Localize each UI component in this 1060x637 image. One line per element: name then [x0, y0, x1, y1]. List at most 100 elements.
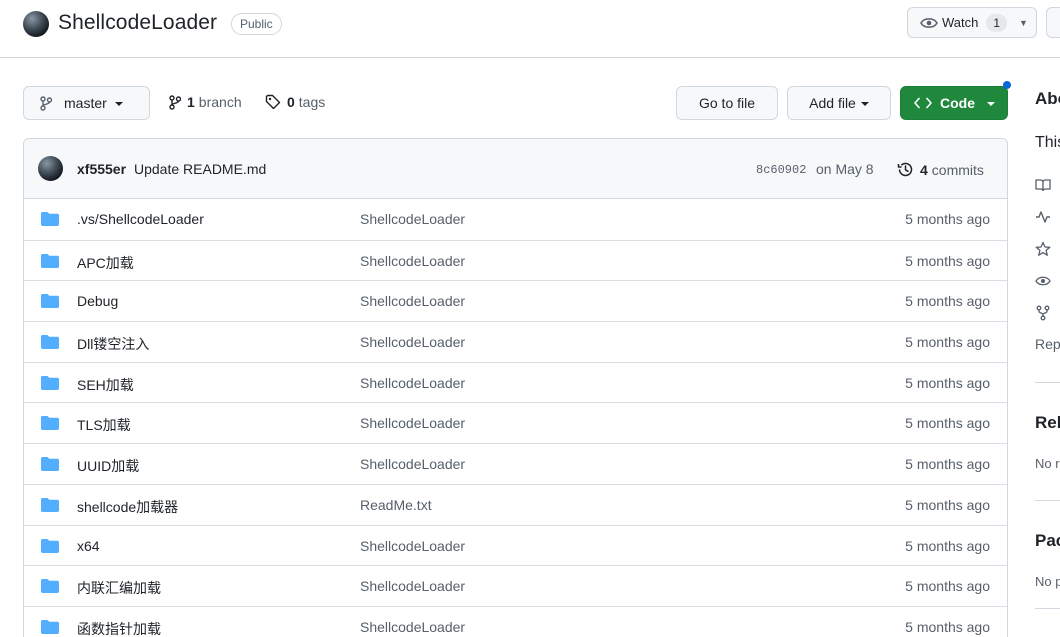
watch-button[interactable]: Watch 1 ▼	[907, 7, 1037, 38]
file-row[interactable]: shellcode加载器 ReadMe.txt 5 months ago	[24, 483, 1007, 525]
file-last-updated: 5 months ago	[905, 578, 990, 595]
about-heading: Abo	[1035, 89, 1060, 108]
branch-icon	[169, 94, 181, 110]
folder-icon	[41, 416, 59, 431]
eye-icon[interactable]	[1035, 273, 1051, 289]
file-name-link[interactable]: Debug	[77, 293, 118, 309]
report-repository-link[interactable]: Rep	[1035, 336, 1060, 352]
folder-icon	[41, 375, 59, 390]
file-row[interactable]: 函数指针加载 ShellcodeLoader 5 months ago	[24, 605, 1007, 637]
fork-button[interactable]	[1046, 7, 1060, 38]
file-row[interactable]: SEH加载 ShellcodeLoader 5 months ago	[24, 361, 1007, 403]
branch-selector-button[interactable]: master	[23, 86, 150, 120]
file-commit-message-link[interactable]: ShellcodeLoader	[360, 334, 465, 350]
file-commit-message-link[interactable]: ShellcodeLoader	[360, 211, 465, 227]
caret-down-icon	[114, 102, 123, 106]
sidebar-divider	[1035, 382, 1060, 383]
file-name-link[interactable]: SEH加载	[77, 375, 134, 395]
file-last-updated: 5 months ago	[905, 293, 990, 310]
code-icon	[914, 97, 932, 109]
file-name-link[interactable]: .vs/ShellcodeLoader	[77, 211, 204, 227]
file-browser: xf555er Update README.md 8c60902 on May …	[23, 138, 1008, 637]
file-last-updated: 5 months ago	[905, 334, 990, 351]
file-commit-message-link[interactable]: ShellcodeLoader	[360, 456, 465, 472]
add-file-label: Add file	[809, 95, 856, 111]
branch-label: branch	[198, 94, 242, 110]
commit-sha-link[interactable]: 8c60902	[756, 163, 806, 177]
repo-owner-avatar[interactable]	[23, 11, 49, 37]
commit-count-label: commits	[931, 161, 984, 178]
notification-dot	[1003, 81, 1011, 89]
file-last-updated: 5 months ago	[905, 415, 990, 432]
star-icon[interactable]	[1035, 241, 1051, 257]
file-commit-message-link[interactable]: ShellcodeLoader	[360, 415, 465, 431]
tag-label: tags	[298, 94, 326, 110]
file-row[interactable]: .vs/ShellcodeLoader ShellcodeLoader 5 mont…	[24, 199, 1007, 240]
sidebar-divider	[1035, 608, 1060, 609]
visibility-badge: Public	[231, 13, 282, 35]
file-name-link[interactable]: 内联汇编加载	[77, 578, 161, 598]
folder-icon	[41, 497, 59, 512]
commits-history-link[interactable]: 4 commits	[897, 161, 984, 178]
commit-count: 4	[920, 161, 928, 178]
commit-author-link[interactable]: xf555er	[77, 161, 126, 177]
branches-link[interactable]: 1 branch	[169, 94, 242, 110]
file-commit-message-link[interactable]: ShellcodeLoader	[360, 538, 465, 554]
book-icon[interactable]	[1035, 177, 1051, 193]
file-row[interactable]: Dll镂空注入 ShellcodeLoader 5 months ago	[24, 321, 1007, 362]
file-commit-message-link[interactable]: ShellcodeLoader	[360, 619, 465, 635]
tag-icon	[265, 94, 281, 110]
tags-link[interactable]: 0 tags	[265, 94, 325, 110]
file-commit-message-link[interactable]: ReadMe.txt	[360, 497, 432, 513]
about-description: This	[1035, 134, 1060, 151]
file-row[interactable]: Debug ShellcodeLoader 5 months ago	[24, 280, 1007, 321]
watch-count: 1	[986, 13, 1008, 32]
file-last-updated: 5 months ago	[905, 618, 990, 635]
file-name-link[interactable]: x64	[77, 538, 100, 554]
file-list: .vs/ShellcodeLoader ShellcodeLoader 5 mont…	[24, 199, 1007, 637]
folder-icon	[41, 294, 59, 309]
commit-author-avatar[interactable]	[38, 156, 63, 181]
commit-message-link[interactable]: Update README.md	[134, 161, 266, 177]
folder-icon	[41, 457, 59, 472]
caret-down-icon	[987, 102, 995, 106]
file-last-updated: 5 months ago	[905, 537, 990, 554]
chevron-down-icon: ▼	[1019, 17, 1028, 28]
file-last-updated: 5 months ago	[905, 252, 990, 269]
sidebar-divider	[1035, 500, 1060, 501]
file-last-updated: 5 months ago	[905, 374, 990, 391]
file-last-updated: 5 months ago	[905, 211, 990, 227]
file-last-updated: 5 months ago	[905, 456, 990, 473]
file-row[interactable]: x64 ShellcodeLoader 5 months ago	[24, 524, 1007, 566]
code-label: Code	[940, 95, 975, 111]
file-name-link[interactable]: shellcode加载器	[77, 497, 178, 517]
file-name-link[interactable]: Dll镂空注入	[77, 334, 149, 354]
file-name-link[interactable]: UUID加载	[77, 456, 139, 476]
file-row[interactable]: TLS加载 ShellcodeLoader 5 months ago	[24, 402, 1007, 443]
code-button[interactable]: Code	[900, 86, 1008, 120]
file-row[interactable]: UUID加载 ShellcodeLoader 5 months ago	[24, 443, 1007, 484]
file-commit-message-link[interactable]: ShellcodeLoader	[360, 375, 465, 391]
file-row[interactable]: 内联汇编加载 ShellcodeLoader 5 months ago	[24, 565, 1007, 606]
go-to-file-button[interactable]: Go to file	[676, 86, 778, 120]
folder-icon	[41, 335, 59, 350]
file-name-link[interactable]: APC加载	[77, 253, 134, 273]
eye-icon	[920, 17, 938, 28]
file-last-updated: 5 months ago	[905, 496, 990, 513]
caret-down-icon	[860, 102, 869, 106]
file-name-link[interactable]: 函数指针加载	[77, 619, 161, 637]
file-row[interactable]: APC加载 ShellcodeLoader 5 months ago	[24, 239, 1007, 281]
fork-icon[interactable]	[1035, 305, 1051, 321]
tag-count: 0	[287, 94, 295, 110]
repo-header: ShellcodeLoader Public Watch 1 ▼	[0, 0, 1060, 58]
file-name-link[interactable]: TLS加载	[77, 415, 131, 435]
file-commit-message-link[interactable]: ShellcodeLoader	[360, 253, 465, 269]
add-file-button[interactable]: Add file	[787, 86, 891, 120]
releases-heading[interactable]: Rel	[1035, 413, 1060, 433]
watch-label: Watch	[942, 15, 979, 30]
file-commit-message-link[interactable]: ShellcodeLoader	[360, 293, 465, 309]
packages-heading[interactable]: Pac	[1035, 531, 1060, 551]
activity-icon[interactable]	[1035, 209, 1051, 225]
repo-name-link[interactable]: ShellcodeLoader	[58, 11, 217, 35]
file-commit-message-link[interactable]: ShellcodeLoader	[360, 578, 465, 594]
